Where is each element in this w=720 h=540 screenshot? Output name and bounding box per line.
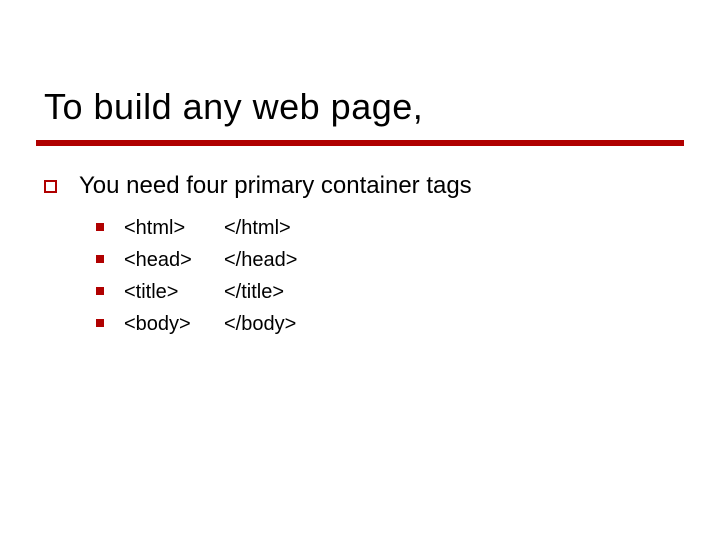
close-tag: </html> bbox=[224, 214, 291, 242]
square-solid-icon bbox=[96, 319, 104, 327]
open-tag: <head> bbox=[124, 246, 224, 274]
close-tag: </title> bbox=[224, 278, 284, 306]
tag-pair: <html> </html> bbox=[124, 214, 291, 242]
tag-pair: <head> </head> bbox=[124, 246, 297, 274]
open-tag: <title> bbox=[124, 278, 224, 306]
bullet-level1: You need four primary container tags bbox=[44, 172, 684, 200]
bullet-level1-text: You need four primary container tags bbox=[79, 172, 472, 200]
open-tag: <html> bbox=[124, 214, 224, 242]
bullet-level2-group: <html> </html> <head> </head> <title> </… bbox=[96, 214, 684, 338]
slide: To build any web page, You need four pri… bbox=[0, 0, 720, 540]
list-item: <body> </body> bbox=[96, 310, 684, 338]
slide-title: To build any web page, bbox=[44, 86, 423, 128]
slide-body: You need four primary container tags <ht… bbox=[44, 172, 684, 342]
tag-pair: <title> </title> bbox=[124, 278, 284, 306]
square-solid-icon bbox=[96, 223, 104, 231]
close-tag: </head> bbox=[224, 246, 297, 274]
square-solid-icon bbox=[96, 255, 104, 263]
title-underline bbox=[36, 140, 684, 146]
tag-pair: <body> </body> bbox=[124, 310, 296, 338]
close-tag: </body> bbox=[224, 310, 296, 338]
square-solid-icon bbox=[96, 287, 104, 295]
list-item: <head> </head> bbox=[96, 246, 684, 274]
list-item: <title> </title> bbox=[96, 278, 684, 306]
square-outline-icon bbox=[44, 180, 57, 193]
open-tag: <body> bbox=[124, 310, 224, 338]
list-item: <html> </html> bbox=[96, 214, 684, 242]
